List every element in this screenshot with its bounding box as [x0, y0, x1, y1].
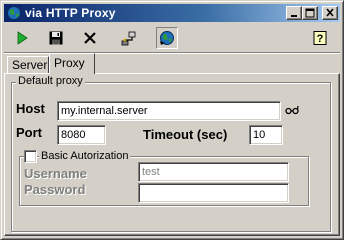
globe-icon: [160, 31, 174, 45]
maximize-button[interactable]: [302, 6, 318, 20]
run-button[interactable]: [11, 27, 33, 49]
floppy-disk-icon: [49, 31, 63, 45]
save-button[interactable]: [45, 27, 67, 49]
connect-button[interactable]: [118, 27, 140, 49]
username-label: Username: [24, 166, 87, 181]
basic-auth-checkbox[interactable]: [24, 150, 37, 163]
proxy-tab-panel: Default proxy Host my.internal.server Po…: [4, 73, 340, 236]
password-label: Password: [24, 182, 86, 197]
title-bar[interactable]: via HTTP Proxy: [4, 4, 340, 22]
delete-button[interactable]: [79, 27, 101, 49]
tab-server-label: Server: [12, 58, 48, 72]
play-icon: [17, 31, 28, 45]
timeout-label: Timeout (sec): [143, 127, 228, 142]
host-input[interactable]: my.internal.server: [57, 101, 281, 121]
x-icon: [84, 32, 96, 44]
minimize-icon: [291, 15, 297, 17]
network-plug-icon: [121, 31, 136, 46]
timeout-input[interactable]: 10: [249, 125, 283, 145]
window-title: via HTTP Proxy: [25, 6, 116, 20]
app-globe-icon: [6, 5, 22, 21]
tab-proxy[interactable]: Proxy: [49, 53, 95, 74]
close-button[interactable]: [322, 6, 338, 20]
password-input[interactable]: [138, 183, 289, 203]
svg-text:?: ?: [317, 33, 324, 45]
close-icon: [326, 8, 334, 17]
tab-server[interactable]: Server: [7, 56, 49, 73]
proxy-window: via HTTP Proxy ? Server Proxy Default pr…: [0, 0, 344, 240]
help-button[interactable]: ?: [309, 27, 331, 49]
default-proxy-caption: Default proxy: [16, 75, 85, 87]
globe-button[interactable]: [156, 27, 178, 49]
glasses-icon[interactable]: [285, 104, 299, 119]
toolbar: ?: [4, 25, 340, 52]
port-input[interactable]: 8080: [57, 125, 106, 145]
help-icon: ?: [313, 31, 327, 45]
port-label: Port: [16, 125, 42, 140]
minimize-button[interactable]: [286, 6, 302, 20]
maximize-icon: [305, 8, 315, 18]
basic-auth-label[interactable]: Basic Autorization: [39, 150, 131, 162]
host-label: Host: [16, 101, 45, 116]
username-input[interactable]: test: [138, 162, 289, 182]
tab-proxy-label: Proxy: [54, 56, 85, 70]
